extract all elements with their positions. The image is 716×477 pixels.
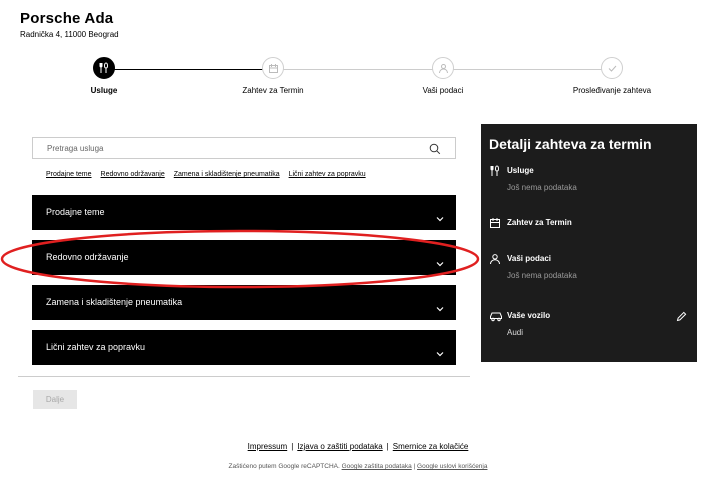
calendar-icon [262, 57, 284, 79]
request-summary-panel: Detalji zahteva za termin Usluge Još nem… [481, 124, 697, 362]
quick-links: Prodajne teme Redovno održavanje Zamena i … [46, 171, 375, 178]
summary-heading: Zahtev za Termin [507, 218, 572, 227]
search-icon[interactable] [429, 142, 441, 160]
step-label: Usluge [90, 86, 118, 95]
pencil-edit-icon[interactable] [676, 309, 687, 327]
chevron-down-icon [436, 209, 444, 227]
recaptcha-text: Zaštićeno putem Google reCAPTCHA. [228, 463, 340, 470]
panel-title: Detalji zahteva za termin [489, 136, 652, 152]
category-label: Lični zahtev za popravku [46, 342, 146, 352]
step-appointment[interactable]: Zahtev za Termin [213, 57, 333, 95]
dealer-name: Porsche Ada [20, 10, 114, 27]
dealer-address: Radnička 4, 11000 Beograd [20, 30, 119, 39]
search-input[interactable]: Pretraga usluga [32, 137, 456, 159]
car-icon [489, 309, 503, 327]
quick-link[interactable]: Prodajne teme [46, 171, 92, 178]
step-submit[interactable]: Prosleđivanje zahteva [552, 57, 672, 95]
summary-value: Audi [507, 328, 524, 337]
footer-link-cookies[interactable]: Smernice za kolačiće [393, 442, 469, 451]
wrench-tools-icon [93, 57, 115, 79]
quick-link[interactable]: Zamena i skladištenje pneumatika [174, 171, 280, 178]
separator: | [291, 442, 294, 451]
summary-heading: Vaši podaci [507, 254, 552, 263]
quick-link[interactable]: Lični zahtev za popravku [289, 171, 366, 178]
separator: | [386, 442, 389, 451]
summary-heading: Vaše vozilo [507, 311, 551, 320]
category-label: Prodajne teme [46, 207, 105, 217]
user-icon [489, 252, 501, 270]
step-label: Zahtev za Termin [242, 86, 304, 95]
search-placeholder: Pretraga usluga [47, 144, 104, 153]
summary-value: Još nema podataka [507, 183, 577, 192]
google-terms-link[interactable]: Google uslovi korišćenja [417, 463, 487, 470]
chevron-down-icon [436, 299, 444, 317]
footer-link-privacy[interactable]: Izjava o zaštiti podataka [297, 442, 382, 451]
chevron-down-icon [436, 344, 444, 362]
step-services[interactable]: Usluge [44, 57, 164, 95]
content-divider [18, 376, 470, 377]
wrench-tools-icon [489, 164, 501, 182]
summary-heading: Usluge [507, 166, 534, 175]
category-label: Zamena i skladištenje pneumatika [46, 297, 183, 307]
quick-link[interactable]: Redovno održavanje [101, 171, 165, 178]
next-button[interactable]: Dalje [33, 390, 77, 409]
summary-value: Još nema podataka [507, 271, 577, 280]
checkmark-icon [601, 57, 623, 79]
red-highlight-ellipse [0, 229, 480, 289]
footer-link-impressum[interactable]: Impressum [248, 442, 288, 451]
recaptcha-note: Zaštićeno putem Google reCAPTCHA. Google… [228, 463, 488, 470]
step-label: Prosleđivanje zahteva [572, 86, 652, 95]
calendar-icon [489, 216, 501, 234]
category-accordion-sales[interactable]: Prodajne teme [32, 195, 456, 230]
progress-stepper: Usluge Zahtev za Termin Vaši podaci Pros… [60, 57, 670, 101]
step-label: Vaši podaci [422, 86, 464, 95]
step-personal[interactable]: Vaši podaci [383, 57, 503, 95]
category-accordion-repair[interactable]: Lični zahtev za popravku [32, 330, 456, 365]
user-icon [432, 57, 454, 79]
google-privacy-link[interactable]: Google zaštita podataka [342, 463, 412, 470]
footer-links: Impressum | Izjava o zaštiti podataka | Smer… [0, 442, 716, 451]
